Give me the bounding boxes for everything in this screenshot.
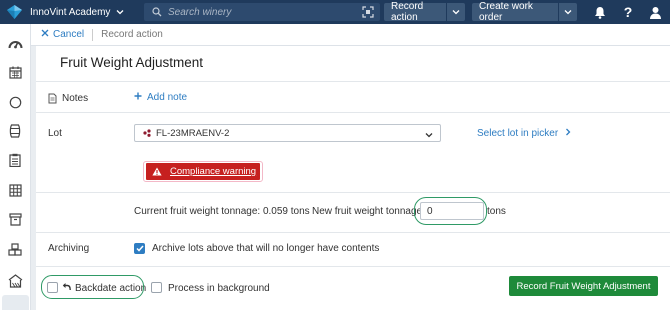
select-lot-in-picker-link[interactable]: Select lot in picker <box>477 128 571 139</box>
compliance-warning-badge[interactable]: Compliance warning <box>146 163 260 180</box>
sidebar-active-highlight <box>2 295 29 310</box>
search-input[interactable]: Search winery <box>144 3 380 21</box>
cancel-label: Cancel <box>53 29 85 40</box>
search-icon <box>152 7 162 17</box>
user-icon[interactable] <box>647 4 663 20</box>
create-work-order-label: Create work order <box>479 1 533 23</box>
barcode-scan-icon[interactable] <box>362 6 374 21</box>
archiving-label: Archiving <box>48 243 90 254</box>
chevron-down-icon <box>116 7 124 18</box>
record-fruit-weight-adjustment-button[interactable]: Record Fruit Weight Adjustment <box>509 276 658 296</box>
process-in-background-label: Process in background <box>168 283 270 294</box>
search-placeholder: Search winery <box>168 6 232 18</box>
table-grid-icon[interactable] <box>7 182 23 198</box>
dashboard-icon[interactable] <box>7 35 23 51</box>
add-note-label: Add note <box>147 92 188 103</box>
calendar-icon[interactable] <box>7 64 23 80</box>
bell-icon[interactable] <box>592 4 608 20</box>
innovint-logo-icon[interactable] <box>4 0 24 24</box>
select-lot-label: Select lot in picker <box>477 128 559 139</box>
chevron-right-icon <box>565 128 571 139</box>
top-navigation-bar: InnoVint Academy Search winery Record ac… <box>0 0 670 24</box>
organization-switcher[interactable]: InnoVint Academy <box>30 7 142 18</box>
breadcrumb: Cancel Record action <box>31 24 670 46</box>
tonnage-input-highlight <box>414 197 487 225</box>
chevron-down-icon[interactable] <box>446 3 465 21</box>
new-tonnage-label: New fruit weight tonnage <box>312 206 423 217</box>
notes-label: Notes <box>62 93 89 104</box>
lot-select[interactable]: FL-23MRAENV-2 <box>134 124 441 142</box>
circle-icon[interactable] <box>7 94 23 110</box>
chevron-down-icon[interactable] <box>558 3 577 21</box>
fruit-weight-adjustment-form: Fruit Weight Adjustment Notes Add note L… <box>36 46 670 310</box>
add-note-button[interactable]: Add note <box>134 92 187 103</box>
barrel-icon[interactable] <box>7 123 23 139</box>
svg-text:?: ? <box>624 5 633 19</box>
process-in-background-checkbox[interactable] <box>151 282 162 293</box>
organization-name: InnoVint Academy <box>30 6 111 18</box>
divider <box>36 192 670 193</box>
record-action-label: Record action <box>391 1 424 23</box>
lot-select-value: FL-23MRAENV-2 <box>156 127 230 139</box>
breadcrumb-divider <box>92 28 94 41</box>
cancel-button[interactable]: Cancel <box>41 29 84 40</box>
help-icon[interactable]: ? <box>620 4 636 20</box>
plus-icon <box>134 92 142 103</box>
breadcrumb-current: Record action <box>101 29 163 40</box>
divider <box>36 81 670 82</box>
lot-type-icon <box>143 129 151 137</box>
close-icon <box>41 29 49 40</box>
current-tonnage-text: Current fruit weight tonnage: 0.059 tons <box>134 206 310 217</box>
archive-lots-label: Archive lots above that will no longer h… <box>152 243 380 254</box>
tons-unit-label: tons <box>487 206 506 217</box>
create-work-order-button[interactable]: Create work order <box>472 1 577 23</box>
warning-triangle-icon <box>152 167 162 176</box>
divider <box>36 112 670 113</box>
chevron-down-icon <box>425 130 433 141</box>
clipboard-icon[interactable] <box>7 152 23 168</box>
compliance-warning-label: Compliance warning <box>170 166 257 177</box>
boxes-icon[interactable] <box>7 241 23 257</box>
notes-icon <box>48 93 57 107</box>
sidebar <box>0 24 31 310</box>
record-action-button[interactable]: Record action <box>384 1 465 23</box>
divider <box>36 266 670 267</box>
divider <box>36 232 670 233</box>
archive-box-icon[interactable] <box>7 211 23 227</box>
vineyard-icon[interactable] <box>7 273 23 289</box>
archive-lots-checkbox[interactable] <box>134 243 145 254</box>
page-title: Fruit Weight Adjustment <box>60 55 204 70</box>
lot-label: Lot <box>48 128 62 139</box>
backdate-highlight <box>41 275 144 299</box>
